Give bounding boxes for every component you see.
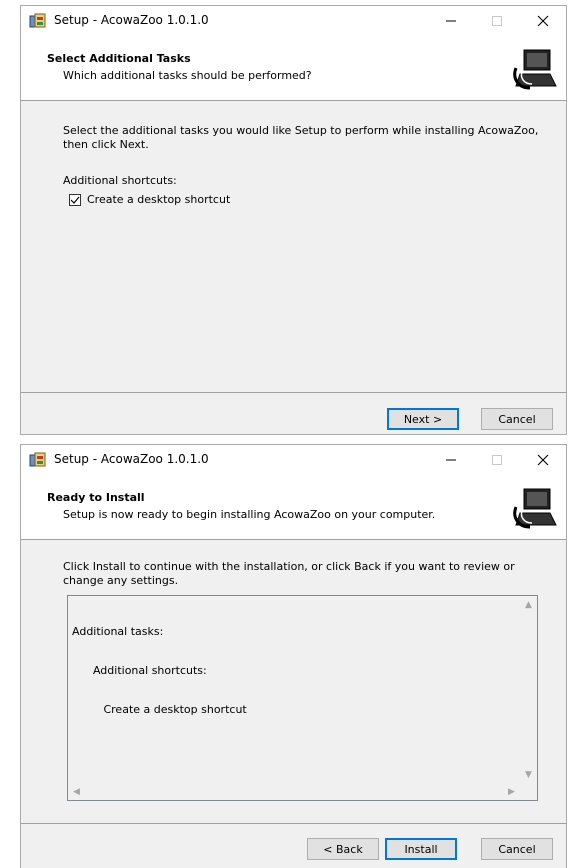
scroll-up-icon[interactable]: ▲ [520, 596, 537, 613]
window-title: Setup - AcowaZoo 1.0.1.0 [54, 452, 209, 466]
wizard-header: Ready to Install Setup is now ready to b… [21, 475, 566, 540]
shortcuts-group-label: Additional shortcuts: [63, 174, 177, 187]
setup-window-ready-to-install: Setup - AcowaZoo 1.0.1.0 Ready to Instal… [20, 444, 567, 868]
title-bar[interactable]: Setup - AcowaZoo 1.0.1.0 [21, 6, 566, 36]
title-bar[interactable]: Setup - AcowaZoo 1.0.1.0 [21, 445, 566, 475]
minimize-icon [446, 20, 456, 22]
setup-app-icon [29, 452, 47, 468]
close-button[interactable] [520, 445, 566, 475]
setup-app-icon [29, 13, 47, 29]
desktop-shortcut-label: Create a desktop shortcut [87, 193, 231, 206]
close-icon [537, 15, 549, 27]
install-button[interactable]: Install [385, 838, 457, 860]
desktop-shortcut-option[interactable]: Create a desktop shortcut [69, 193, 230, 206]
page-subtitle: Which additional tasks should be perform… [63, 69, 312, 82]
page-subtitle: Setup is now ready to begin installing A… [63, 508, 436, 521]
close-icon [537, 454, 549, 466]
minimize-button[interactable] [428, 445, 474, 475]
ready-memo-box[interactable]: Additional tasks: Additional shortcuts: … [67, 595, 538, 801]
footer-divider [21, 392, 566, 393]
back-button[interactable]: < Back [307, 838, 379, 860]
computer-installer-icon [510, 44, 560, 94]
next-button[interactable]: Next > [387, 408, 459, 430]
scroll-left-icon[interactable]: ◀ [68, 783, 85, 800]
computer-installer-icon [510, 483, 560, 533]
page-title: Ready to Install [47, 491, 145, 504]
minimize-icon [446, 459, 456, 461]
instructions-text: Select the additional tasks you would li… [63, 124, 539, 151]
maximize-icon [492, 16, 502, 26]
horizontal-scrollbar[interactable]: ◀ ▶ [68, 783, 520, 800]
memo-line: Additional tasks: [72, 625, 164, 638]
window-title: Setup - AcowaZoo 1.0.1.0 [54, 13, 209, 27]
cancel-button[interactable]: Cancel [481, 838, 553, 860]
instructions-text: Click Install to continue with the insta… [63, 560, 515, 587]
vertical-scrollbar[interactable]: ▲ ▼ [520, 596, 537, 783]
scroll-right-icon[interactable]: ▶ [503, 783, 520, 800]
maximize-button[interactable] [474, 6, 520, 36]
wizard-header: Select Additional Tasks Which additional… [21, 36, 566, 101]
cancel-button[interactable]: Cancel [481, 408, 553, 430]
checkmark-icon [70, 196, 80, 204]
memo-content: Additional tasks: Additional shortcuts: … [72, 599, 247, 742]
desktop-shortcut-checkbox[interactable] [69, 193, 81, 206]
memo-line: Additional shortcuts: [72, 664, 207, 677]
maximize-button[interactable] [474, 445, 520, 475]
close-button[interactable] [520, 6, 566, 36]
page-title: Select Additional Tasks [47, 52, 191, 65]
minimize-button[interactable] [428, 6, 474, 36]
memo-line: Create a desktop shortcut [72, 703, 247, 716]
setup-window-select-tasks: Setup - AcowaZoo 1.0.1.0 Select Addition… [20, 5, 567, 435]
footer-divider [21, 823, 566, 824]
maximize-icon [492, 455, 502, 465]
scroll-down-icon[interactable]: ▼ [520, 766, 537, 783]
